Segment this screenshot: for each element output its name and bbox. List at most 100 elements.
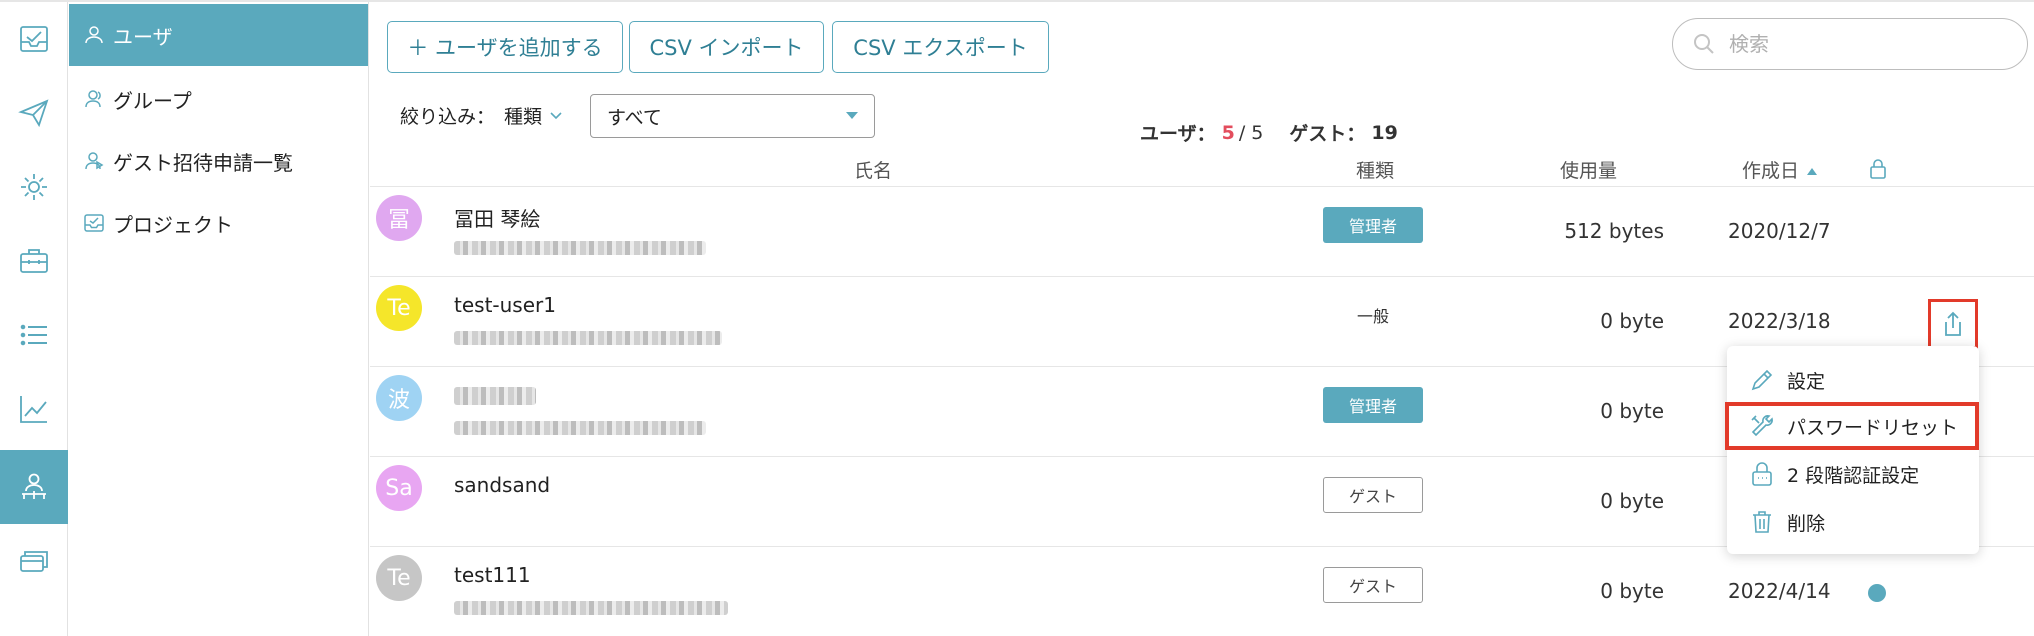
sort-ascending-icon (1807, 168, 1818, 175)
user-name: sandsand (454, 473, 551, 497)
created-date: 2020/12/7 (1728, 219, 1831, 243)
sidebar: ユーザ グループ ゲスト招待申請一覧 プロジェクト (69, 2, 369, 636)
avatar: Sa (376, 465, 422, 511)
usage-value: 0 byte (1600, 309, 1664, 333)
user-name: test-user1 (454, 293, 556, 317)
filter-type-dropdown[interactable]: 種類 (504, 102, 562, 129)
created-date: 2022/3/18 (1728, 309, 1831, 333)
group-icon (85, 90, 101, 108)
sidebar-item-projects[interactable]: プロジェクト (69, 192, 368, 254)
usage-value: 512 bytes (1564, 219, 1664, 243)
rail-briefcase[interactable] (0, 224, 68, 298)
user-name: test111 (454, 563, 531, 587)
usage-value: 0 byte (1600, 399, 1664, 423)
role-badge: ゲスト (1323, 567, 1423, 603)
csv-export-button[interactable]: CSV エクスポート (832, 21, 1049, 73)
table-row[interactable]: Te test111 ゲスト 0 byte 2022/4/14 (370, 546, 2034, 636)
menu-item-label: パスワードリセット (1787, 416, 1959, 439)
search-icon (1694, 34, 1714, 54)
sidebar-item-label: グループ (113, 88, 192, 113)
main-panel: ＋ ユーザを追加する CSV インポート CSV エクスポート 絞り込み： 種類… (370, 2, 2034, 636)
icon-rail (0, 2, 68, 636)
avatar: Te (376, 285, 422, 331)
role-badge: 一般 (1356, 307, 1389, 326)
user-icon (85, 26, 103, 44)
guest-count-value: 19 (1371, 121, 1398, 144)
user-count-total: / 5 (1238, 121, 1264, 144)
lock-icon (1752, 462, 1772, 486)
menu-item-2fa[interactable]: 2 段階認証設定 (1727, 450, 1979, 498)
avatar: Te (376, 555, 422, 601)
user-count-current: 5 (1221, 121, 1235, 144)
usage-value: 0 byte (1600, 489, 1664, 513)
role-badge: ゲスト (1323, 477, 1423, 513)
sidebar-item-users[interactable]: ユーザ (69, 4, 368, 66)
sidebar-item-guest-requests[interactable]: ゲスト招待申請一覧 (69, 130, 368, 192)
row-actions-button[interactable] (1928, 299, 1978, 349)
sidebar-item-label: ゲスト招待申請一覧 (113, 150, 293, 175)
line-chart-icon (20, 396, 47, 423)
rail-settings[interactable] (0, 150, 68, 224)
role-badge: 管理者 (1323, 207, 1423, 243)
guest-icon (85, 152, 104, 170)
menu-item-label: 設定 (1787, 370, 1826, 393)
sidebar-item-label: ユーザ (113, 24, 173, 49)
pencil-icon (1751, 369, 1773, 391)
rail-cards[interactable] (0, 524, 68, 598)
role-badge: 管理者 (1323, 387, 1423, 423)
rail-users[interactable] (0, 450, 68, 524)
user-name: 冨田 琴絵 (454, 207, 541, 231)
add-user-button[interactable]: ＋ ユーザを追加する (387, 21, 623, 73)
app-root: ユーザ グループ ゲスト招待申請一覧 プロジェクト ＋ ユーザを追加する CSV… (0, 0, 2034, 636)
org-user-icon (22, 473, 46, 499)
usage-value: 0 byte (1600, 579, 1664, 603)
column-header-usage: 使用量 (1560, 160, 1618, 182)
email-blurred (454, 241, 706, 255)
briefcase-icon (20, 249, 48, 273)
sidebar-item-groups[interactable]: グループ (69, 68, 368, 130)
rail-chart[interactable] (0, 372, 68, 446)
menu-item-label: 削除 (1787, 512, 1826, 535)
filter-select[interactable]: すべて (590, 94, 875, 138)
created-date: 2022/4/14 (1728, 579, 1831, 603)
filter-type-label: 種類 (504, 106, 543, 128)
menu-item-delete[interactable]: 削除 (1727, 498, 1979, 546)
menu-item-password-reset[interactable]: パスワードリセット (1725, 402, 1979, 450)
column-header-name: 氏名 (854, 160, 893, 182)
caret-down-icon (846, 112, 858, 119)
cards-icon (20, 551, 48, 572)
column-header-lock (1868, 158, 1888, 188)
column-header-type: 種類 (1356, 160, 1395, 182)
csv-import-button[interactable]: CSV インポート (629, 21, 824, 73)
trash-icon (1753, 511, 1771, 533)
filter-select-value: すべて (607, 106, 662, 129)
guest-count-label: ゲスト： (1289, 123, 1366, 145)
project-icon (84, 214, 104, 232)
search-box[interactable] (1672, 18, 2028, 70)
gear-icon (21, 174, 47, 200)
email-blurred (454, 601, 728, 615)
rail-list[interactable] (0, 298, 68, 372)
avatar: 波 (376, 375, 422, 421)
chevron-down-icon (550, 111, 562, 119)
lock-icon (1870, 159, 1886, 179)
search-input[interactable] (1729, 32, 1989, 56)
column-header-created-label: 作成日 (1742, 160, 1800, 182)
lock-status-dot (1868, 584, 1886, 602)
avatar: 冨 (376, 195, 422, 241)
email-blurred (454, 421, 706, 435)
row-actions-menu: 設定 パスワードリセット 2 段階認証設定 削除 (1725, 346, 1979, 554)
user-count-label: ユーザ： (1140, 123, 1216, 145)
inbox-icon (20, 26, 48, 52)
user-counts: ユーザ： 5 / 5 ゲスト： 19 (1140, 119, 1398, 146)
rail-send[interactable] (0, 76, 68, 150)
sidebar-item-label: プロジェクト (113, 212, 233, 237)
menu-item-settings[interactable]: 設定 (1727, 356, 1979, 404)
wrench-icon (1751, 415, 1773, 437)
column-header-created[interactable]: 作成日 (1742, 156, 1818, 186)
filter-label: 絞り込み： (400, 106, 496, 128)
paper-plane-icon (18, 99, 49, 128)
table-row[interactable]: 冨 冨田 琴絵 管理者 512 bytes 2020/12/7 (370, 186, 2034, 276)
name-blurred (454, 387, 536, 405)
rail-inbox[interactable] (0, 2, 68, 76)
